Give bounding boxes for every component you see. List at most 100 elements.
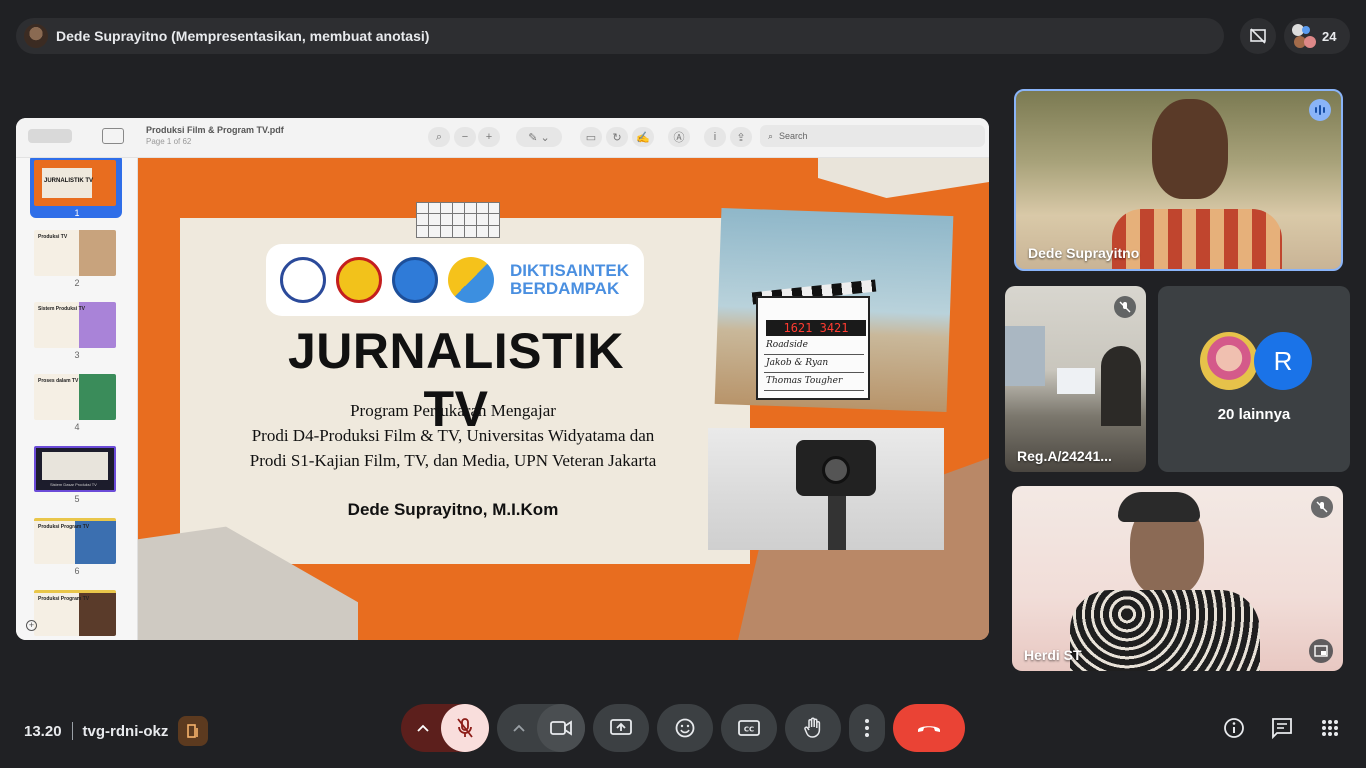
others-count-label: 20 lainnya <box>1217 406 1291 423</box>
host-controls-icon[interactable] <box>178 716 209 746</box>
clapperboard: 1621 3421 Roadside Jakob & Ryan Thomas T… <box>756 296 870 400</box>
apps-grid-icon <box>1322 720 1338 736</box>
widyatama-logo <box>280 257 326 303</box>
participant-tile-dede[interactable]: Dede Suprayitno <box>1014 89 1343 271</box>
meeting-details-button[interactable] <box>1218 712 1250 744</box>
info-icon <box>1224 718 1244 738</box>
end-call-icon <box>918 726 940 732</box>
thumbnail-sidebar: JURNALISTIK TV 1 Produksi TV 2 Sistem Pr… <box>16 158 138 640</box>
shared-screen[interactable]: Produksi Film & Program TV.pdf Page 1 of… <box>16 118 989 640</box>
more-options-button[interactable] <box>849 704 885 752</box>
leave-call-button[interactable] <box>893 704 965 752</box>
thumbnail-page-5[interactable]: Sistem Dasar Produksi TV 5 <box>16 446 137 518</box>
no-presentation-icon <box>1250 28 1266 44</box>
presenter-title: Dede Suprayitno (Mempresentasikan, membu… <box>56 28 430 44</box>
add-page-icon[interactable]: + <box>26 620 37 631</box>
pdf-search-field[interactable]: ⌕ Search <box>760 125 985 147</box>
camera-control-group <box>497 704 585 752</box>
video-options-button[interactable] <box>497 704 541 752</box>
participant-shirt <box>1112 209 1282 269</box>
share-icon[interactable]: ⇪ <box>730 127 752 147</box>
info-icon[interactable]: i <box>704 127 726 147</box>
participant-avatar-letter: R <box>1254 332 1312 390</box>
camera-image <box>796 440 876 496</box>
view-mode-button[interactable] <box>102 128 124 144</box>
thumbnail-page-7[interactable]: Produksi Program TV <box>16 590 137 640</box>
logo-strip: DIKTISAINTEK BERDAMPAK <box>266 244 644 316</box>
thumbnail-page-6[interactable]: Produksi Program TV 6 <box>16 518 137 590</box>
thumbnail-page-1[interactable]: JURNALISTIK TV 1 <box>16 158 137 230</box>
thumbnail-page-2[interactable]: Produksi TV 2 <box>16 230 137 302</box>
raise-hand-button[interactable] <box>785 704 841 752</box>
annotate-icon[interactable]: Ⓐ <box>668 127 690 147</box>
chevron-up-icon <box>417 724 429 732</box>
shape-icon[interactable]: ▭ <box>580 127 602 147</box>
reactions-button[interactable] <box>657 704 713 752</box>
participant-avatar <box>1200 332 1258 390</box>
more-vertical-icon <box>865 719 869 737</box>
pdf-filename: Produksi Film & Program TV.pdf <box>146 125 284 135</box>
pdf-page-info: Page 1 of 62 <box>146 137 192 146</box>
slide-canvas: DIKTISAINTEK BERDAMPAK JURNALISTIK TV Pr… <box>138 158 989 640</box>
participant-tile-herdi[interactable]: Herdi ST <box>1012 486 1343 671</box>
captions-button[interactable]: CC <box>721 704 777 752</box>
sidebar-toggle-button[interactable] <box>28 129 72 143</box>
chat-icon <box>1272 718 1292 739</box>
grid-tape-decoration <box>416 202 500 238</box>
zoom-out-icon[interactable]: − <box>454 127 476 147</box>
rotate-icon[interactable]: ↻ <box>606 127 628 147</box>
others-tile[interactable]: R 20 lainnya <box>1158 286 1350 472</box>
thumbnail-image: Produksi Program TV <box>34 518 116 564</box>
hide-presentation-button[interactable] <box>1240 18 1276 54</box>
divider <box>71 722 73 740</box>
pdf-toolbar: Produksi Film & Program TV.pdf Page 1 of… <box>16 118 989 158</box>
student-image <box>1101 346 1141 426</box>
participant-avatars <box>1292 24 1316 48</box>
presenter-bar[interactable]: Dede Suprayitno (Mempresentasikan, membu… <box>16 18 1224 54</box>
mic-control-group <box>401 704 489 752</box>
speaking-indicator-icon <box>1309 99 1331 121</box>
clapper-counter: 1621 3421 <box>766 320 866 336</box>
microphone-toggle-button[interactable] <box>441 704 489 752</box>
camera-icon <box>550 720 572 736</box>
window-image <box>1005 326 1045 386</box>
audio-options-button[interactable] <box>401 704 445 752</box>
thumbnail-image: Produksi TV <box>34 230 116 276</box>
clapper-text-2: Jakob & Ryan <box>766 358 829 368</box>
thumbnail-image: JURNALISTIK TV <box>34 160 116 206</box>
markup-pen-icon[interactable]: ✎ ⌄ <box>516 127 562 147</box>
diktisaintek-logo-text: DIKTISAINTEK BERDAMPAK <box>510 261 629 298</box>
mic-off-icon <box>457 718 473 738</box>
participant-cap <box>1118 492 1200 522</box>
search-icon: ⌕ <box>768 130 774 141</box>
chevron-up-icon <box>513 724 525 732</box>
participant-face <box>1152 99 1228 199</box>
pdf-search-placeholder: Search <box>779 131 808 141</box>
thumbnail-number: 6 <box>74 566 80 576</box>
thumbnail-image: Sistem Dasar Produksi TV <box>34 446 116 492</box>
emoji-icon <box>675 718 695 738</box>
slide-subtitle: Program Pertukaran Mengajar Prodi D4-Pro… <box>249 401 657 470</box>
mic-off-icon <box>1114 296 1136 318</box>
present-screen-button[interactable] <box>593 704 649 752</box>
zoom-fit-icon[interactable]: ⌕ <box>428 127 450 147</box>
participant-name: Herdi ST <box>1024 647 1082 663</box>
sign-icon[interactable]: ✍ <box>632 127 654 147</box>
zoom-in-icon[interactable]: + <box>478 127 500 147</box>
picture-in-picture-icon[interactable] <box>1309 639 1333 663</box>
present-screen-icon <box>610 719 632 735</box>
thumbnail-page-4[interactable]: Proses dalam TV 4 <box>16 374 137 446</box>
participant-tile-reg[interactable]: Reg.A/24241... <box>1005 286 1146 472</box>
participant-name: Reg.A/24241... <box>1017 448 1112 464</box>
participant-count: 24 <box>1322 28 1337 44</box>
thumbnail-page-3[interactable]: Sistem Produksi TV 3 <box>16 302 137 374</box>
upn-logo <box>336 257 382 303</box>
meeting-info: 13.20 tvg-rdni-okz <box>24 716 209 746</box>
camera-toggle-button[interactable] <box>537 704 585 752</box>
thumbnail-image: Proses dalam TV <box>34 374 116 420</box>
tripod-image <box>828 496 846 550</box>
activities-button[interactable] <box>1314 712 1346 744</box>
chat-button[interactable] <box>1266 712 1298 744</box>
thumbnail-number: 3 <box>74 350 80 360</box>
participants-button[interactable]: 24 <box>1284 18 1350 54</box>
